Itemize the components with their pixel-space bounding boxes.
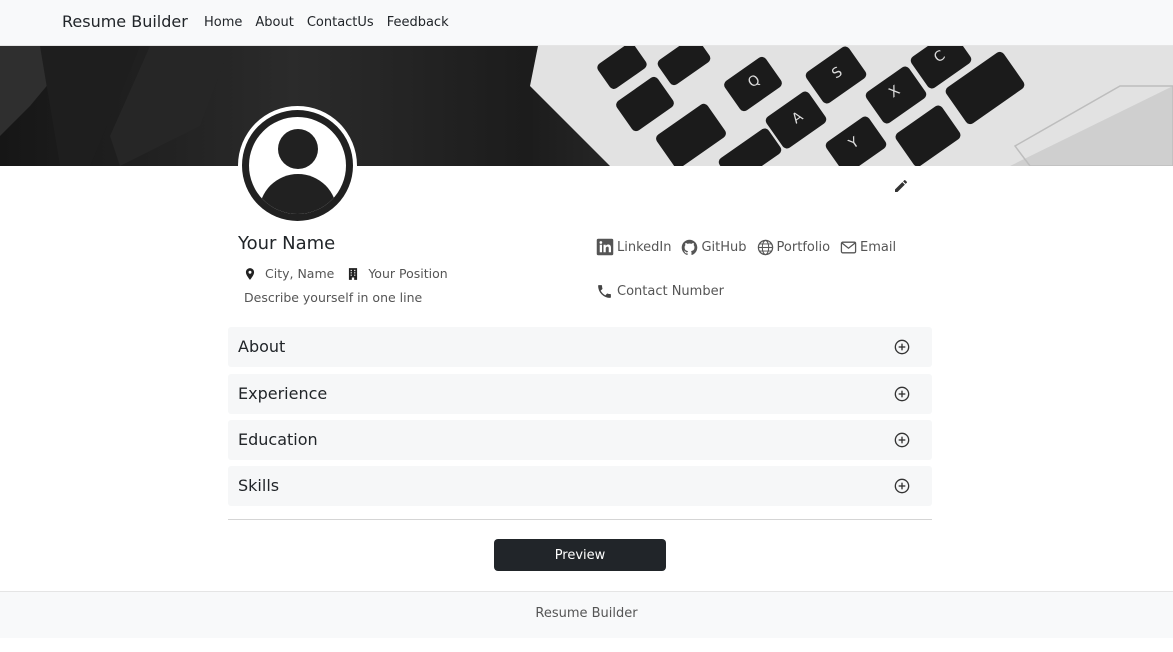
section-label: Experience bbox=[238, 384, 328, 403]
divider bbox=[228, 519, 932, 520]
email-link[interactable]: Email bbox=[840, 239, 896, 256]
linkedin-link[interactable]: LinkedIn bbox=[596, 238, 671, 256]
nav-links: Home About ContactUs Feedback bbox=[204, 15, 449, 30]
globe-icon bbox=[757, 239, 773, 255]
portfolio-label: Portfolio bbox=[776, 239, 831, 255]
nav-link-feedback[interactable]: Feedback bbox=[387, 15, 449, 30]
building-icon bbox=[349, 267, 358, 280]
section-experience[interactable]: Experience bbox=[228, 374, 932, 414]
profile-position[interactable]: Your Position bbox=[368, 266, 447, 281]
preview-button[interactable]: Preview bbox=[494, 539, 666, 571]
section-label: About bbox=[238, 337, 286, 356]
section-label: Education bbox=[238, 430, 318, 449]
nav-link-contactus[interactable]: ContactUs bbox=[307, 15, 374, 30]
github-label: GitHub bbox=[701, 239, 747, 255]
portfolio-link[interactable]: Portfolio bbox=[757, 239, 830, 256]
profile-location[interactable]: City, Name bbox=[265, 266, 334, 281]
person-avatar-icon bbox=[242, 110, 353, 221]
profile-name[interactable]: Your Name bbox=[238, 233, 335, 254]
navbar: Resume Builder Home About ContactUs Feed… bbox=[0, 0, 1173, 46]
nav-link-about[interactable]: About bbox=[255, 15, 293, 30]
contact-number-label: Contact Number bbox=[617, 284, 724, 299]
linkedin-label: LinkedIn bbox=[617, 239, 672, 255]
linkedin-icon bbox=[596, 238, 614, 256]
profile-avatar[interactable] bbox=[238, 106, 357, 225]
phone-icon bbox=[598, 285, 611, 298]
email-label: Email bbox=[860, 239, 897, 255]
section-label: Skills bbox=[238, 476, 280, 495]
github-icon bbox=[682, 239, 698, 255]
plus-circle-icon[interactable] bbox=[894, 339, 910, 355]
github-link[interactable]: GitHub bbox=[681, 239, 747, 256]
cover-banner: Q S A X Y C bbox=[0, 46, 1173, 166]
keyboard-cover-image: Q S A X Y C bbox=[0, 46, 1173, 166]
nav-link-home[interactable]: Home bbox=[204, 15, 242, 30]
brand-logo[interactable]: Resume Builder bbox=[62, 12, 188, 31]
profile-meta: City, Name Your Position bbox=[243, 266, 448, 281]
footer: Resume Builder bbox=[0, 591, 1173, 638]
section-skills[interactable]: Skills bbox=[228, 466, 932, 506]
profile-tagline[interactable]: Describe yourself in one line bbox=[244, 290, 422, 305]
pencil-icon[interactable] bbox=[893, 178, 909, 194]
contact-number-link[interactable]: Contact Number bbox=[596, 283, 724, 300]
plus-circle-icon[interactable] bbox=[894, 478, 910, 494]
map-pin-icon bbox=[245, 267, 255, 280]
envelope-icon bbox=[840, 241, 857, 253]
section-about[interactable]: About bbox=[228, 327, 932, 367]
plus-circle-icon[interactable] bbox=[894, 432, 910, 448]
plus-circle-icon[interactable] bbox=[894, 386, 910, 402]
footer-text: Resume Builder bbox=[535, 606, 638, 621]
profile-links: LinkedIn GitHub Portfolio Email bbox=[596, 238, 906, 256]
section-education[interactable]: Education bbox=[228, 420, 932, 460]
